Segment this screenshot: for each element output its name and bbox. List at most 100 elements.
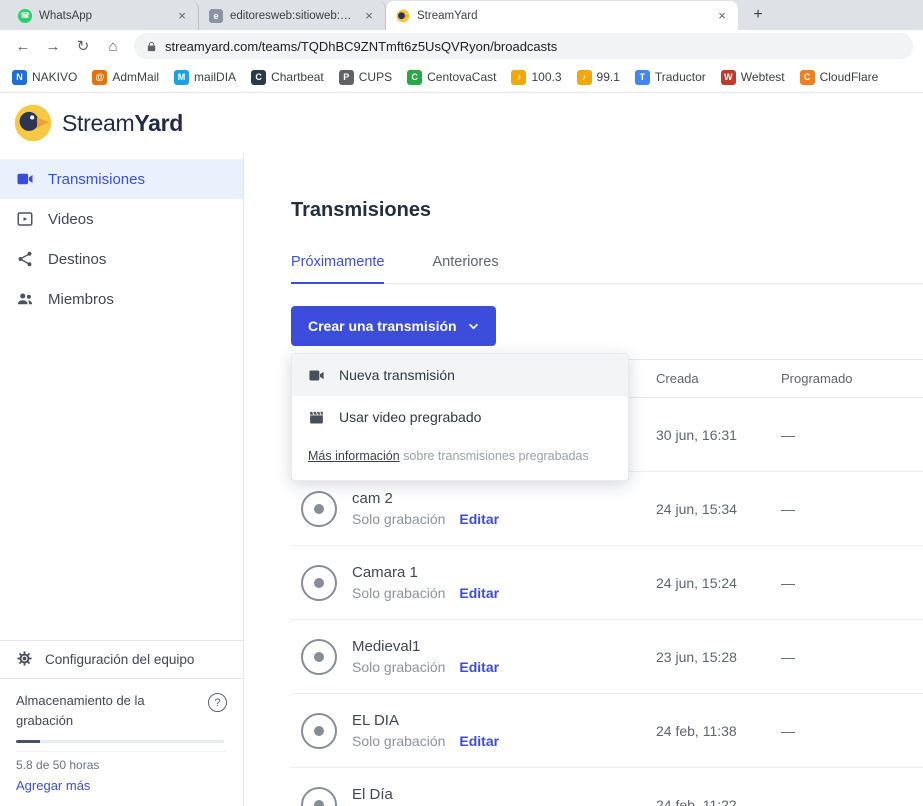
- bookmark-label: CentovaCast: [427, 70, 496, 84]
- browser-tab-whatsapp[interactable]: ☎ WhatsApp ×: [8, 1, 199, 30]
- bookmark-label: Chartbeat: [271, 70, 324, 84]
- lock-icon: [146, 40, 157, 53]
- clapperboard-icon: [308, 409, 325, 426]
- url-field[interactable]: streamyard.com/teams/TQDhBC9ZNTmft6z5UsQ…: [134, 33, 913, 59]
- sidebar: Transmisiones Videos Destinos Miembros: [0, 153, 244, 806]
- share-icon: [16, 250, 34, 268]
- sidebar-item-miembros[interactable]: Miembros: [0, 279, 243, 319]
- bookmark-item[interactable]: @AdmMail: [92, 70, 159, 85]
- created-cell: 24 jun, 15:24: [656, 575, 781, 591]
- chevron-down-icon: [468, 323, 479, 330]
- menu-item-nueva-transmision[interactable]: Nueva transmisión: [292, 354, 628, 396]
- bookmark-favicon-icon: @: [92, 70, 107, 85]
- broadcast-subtitle: Solo grabación: [352, 733, 445, 749]
- broadcast-cell: EL DIASolo grabaciónEditar: [291, 712, 656, 749]
- streamyard-header: StreamYard: [0, 93, 923, 153]
- back-icon[interactable]: ←: [10, 33, 36, 59]
- record-icon: [301, 787, 337, 806]
- bookmark-favicon-icon: N: [12, 70, 27, 85]
- page-title: Transmisiones: [291, 199, 923, 222]
- streamyard-favicon-icon: [396, 9, 410, 23]
- bookmark-item[interactable]: NNAKIVO: [12, 70, 77, 85]
- tab-anteriores[interactable]: Anteriores: [432, 254, 498, 283]
- column-header-created: Creada: [656, 371, 781, 386]
- edit-link[interactable]: Editar: [459, 733, 499, 749]
- tab-proximamente[interactable]: Próximamente: [291, 254, 384, 284]
- streamyard-logo-icon: [14, 104, 52, 142]
- create-broadcast-button[interactable]: Crear una transmisión: [291, 306, 496, 346]
- edit-link[interactable]: Editar: [459, 659, 499, 675]
- bookmark-item[interactable]: CCentovaCast: [407, 70, 496, 85]
- tab-title: editoresweb:sitioweb:eldia.co: [230, 10, 354, 22]
- storage-usage: 5.8 de 50 horas: [16, 751, 227, 772]
- help-icon[interactable]: ?: [208, 693, 227, 712]
- create-dropdown-menu: Nueva transmisión Usar video pregrabado …: [291, 353, 629, 481]
- bookmark-favicon-icon: T: [635, 70, 650, 85]
- bookmark-label: CloudFlare: [820, 70, 879, 84]
- bookmark-item[interactable]: MmailDIA: [174, 70, 236, 85]
- sidebar-item-destinos[interactable]: Destinos: [0, 239, 243, 279]
- reload-icon[interactable]: ↻: [70, 33, 96, 59]
- menu-item-label: Nueva transmisión: [339, 367, 455, 383]
- camera-icon: [308, 367, 325, 384]
- table-row: Camara 1Solo grabaciónEditar24 jun, 15:2…: [291, 546, 923, 620]
- tab-strip: ☎ WhatsApp × e editoresweb:sitioweb:eldi…: [0, 0, 923, 30]
- mas-informacion-link[interactable]: Más información: [308, 449, 400, 463]
- bookmark-item[interactable]: P CUPS: [339, 70, 392, 85]
- create-broadcast-label: Crear una transmisión: [308, 318, 457, 334]
- browser-tab-streamyard[interactable]: StreamYard ×: [386, 1, 738, 30]
- add-more-link[interactable]: Agregar más: [16, 778, 90, 793]
- sidebar-item-transmisiones[interactable]: Transmisiones: [0, 159, 243, 199]
- bookmark-label: 100.3: [531, 70, 561, 84]
- bookmark-favicon-icon: C: [251, 70, 266, 85]
- bookmark-label: CUPS: [359, 70, 392, 84]
- bookmark-label: mailDIA: [194, 70, 236, 84]
- home-icon[interactable]: ⌂: [100, 33, 126, 59]
- table-row: EL DIASolo grabaciónEditar24 feb, 11:38—: [291, 694, 923, 768]
- record-icon: [301, 713, 337, 749]
- record-icon: [301, 639, 337, 675]
- bookmark-item[interactable]: CCloudFlare: [800, 70, 879, 85]
- broadcast-subtitle: Solo grabación: [352, 585, 445, 601]
- storage-section: Almacenamiento de la grabación ? 5.8 de …: [0, 678, 243, 806]
- bookmark-favicon-icon: P: [339, 70, 354, 85]
- tab-close-icon[interactable]: ×: [361, 8, 377, 24]
- edit-link[interactable]: Editar: [459, 585, 499, 601]
- bookmark-item[interactable]: ♪99.1: [577, 70, 620, 85]
- team-settings-item[interactable]: Configuración del equipo: [0, 640, 243, 678]
- sidebar-item-videos[interactable]: Videos: [0, 199, 243, 239]
- scheduled-cell: —: [781, 501, 923, 517]
- sidebar-item-label: Videos: [48, 211, 94, 228]
- tab-close-icon[interactable]: ×: [714, 8, 730, 24]
- tab-close-icon[interactable]: ×: [174, 8, 190, 24]
- team-settings-label: Configuración del equipo: [45, 652, 194, 667]
- edit-link[interactable]: Editar: [459, 511, 499, 527]
- sidebar-item-label: Destinos: [48, 251, 106, 268]
- table-row: El DíaSolo grabaciónEditar24 feb, 11:22—: [291, 768, 923, 806]
- created-cell: 30 jun, 16:31: [656, 427, 781, 443]
- browser-tab-eldia[interactable]: e editoresweb:sitioweb:eldia.co ×: [199, 1, 386, 30]
- sidebar-item-label: Transmisiones: [48, 171, 145, 188]
- bookmark-item[interactable]: WWebtest: [721, 70, 785, 85]
- new-tab-button[interactable]: +: [746, 3, 770, 27]
- bookmark-label: Webtest: [741, 70, 785, 84]
- created-cell: 24 feb, 11:22: [656, 797, 781, 806]
- storage-progress-bar: [16, 740, 224, 743]
- scheduled-cell: —: [781, 649, 923, 665]
- table-row: cam 2Solo grabaciónEditar24 jun, 15:34—: [291, 472, 923, 546]
- scheduled-cell: —: [781, 427, 923, 443]
- broadcast-cell: El DíaSolo grabaciónEditar: [291, 786, 656, 806]
- created-cell: 24 feb, 11:38: [656, 723, 781, 739]
- wordmark-yard: Yard: [134, 110, 183, 136]
- bookmark-favicon-icon: M: [174, 70, 189, 85]
- broadcast-tabs: Próximamente Anteriores: [291, 254, 923, 284]
- scheduled-cell: —: [781, 797, 923, 806]
- column-header-scheduled: Programado: [781, 371, 923, 386]
- menu-item-video-pregrabado[interactable]: Usar video pregrabado: [292, 396, 628, 438]
- menu-item-label: Usar video pregrabado: [339, 409, 481, 425]
- bookmark-item[interactable]: ♪100.3: [511, 70, 561, 85]
- table-row: Medieval1Solo grabaciónEditar23 jun, 15:…: [291, 620, 923, 694]
- bookmark-item[interactable]: TTraductor: [635, 70, 706, 85]
- forward-icon[interactable]: →: [40, 33, 66, 59]
- bookmark-item[interactable]: C Chartbeat: [251, 70, 324, 85]
